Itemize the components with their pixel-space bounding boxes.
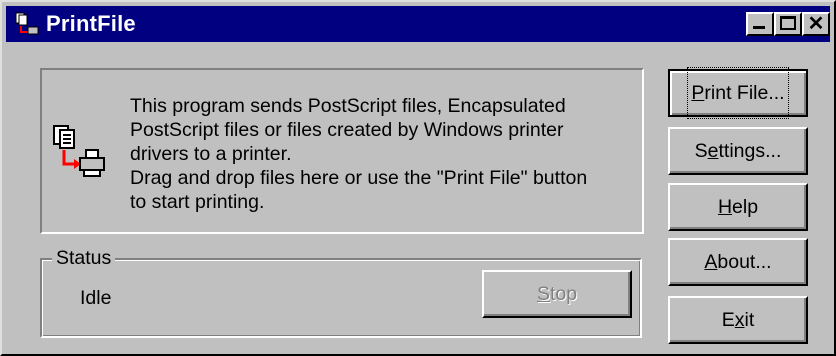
- status-value: Idle: [80, 287, 112, 309]
- printfile-app-icon: [15, 12, 39, 35]
- description-line: Drag and drop files here or use the "Pri…: [130, 167, 588, 189]
- close-button[interactable]: ✕: [802, 12, 830, 36]
- maximize-icon: [780, 16, 796, 30]
- exit-button[interactable]: Exit: [668, 296, 808, 344]
- description-line: This program sends PostScript files, Enc…: [130, 95, 566, 117]
- printfile-window: PrintFile ✕ This program sends PostScrip…: [0, 0, 836, 356]
- maximize-button[interactable]: [774, 12, 802, 36]
- description-line: to start printing.: [130, 191, 265, 213]
- stop-button[interactable]: Stop: [482, 270, 632, 318]
- print-file-label: Print File...: [687, 67, 789, 119]
- help-label: Help: [717, 196, 759, 218]
- settings-label: Settings...: [694, 140, 782, 162]
- minimize-button[interactable]: [746, 12, 774, 36]
- settings-button[interactable]: Settings...: [668, 127, 808, 175]
- description-text: This program sends PostScript files, Enc…: [130, 94, 640, 214]
- about-button[interactable]: About...: [668, 238, 808, 286]
- description-line: drivers to a printer.: [130, 143, 292, 165]
- about-label: About...: [704, 251, 772, 273]
- exit-label: Exit: [721, 309, 755, 331]
- stop-label: Stop: [536, 283, 578, 305]
- document-to-printer-icon: [53, 125, 105, 177]
- close-icon: ✕: [807, 13, 825, 35]
- description-line: PostScript files or files created by Win…: [130, 119, 564, 141]
- help-button[interactable]: Help: [668, 183, 808, 231]
- drop-zone-panel[interactable]: This program sends PostScript files, Enc…: [40, 68, 644, 234]
- title-bar[interactable]: PrintFile ✕: [6, 6, 830, 42]
- print-file-button[interactable]: Print File...: [668, 67, 808, 119]
- window-title: PrintFile: [46, 11, 136, 36]
- status-label: Status: [52, 246, 116, 270]
- minimize-icon: [753, 26, 765, 29]
